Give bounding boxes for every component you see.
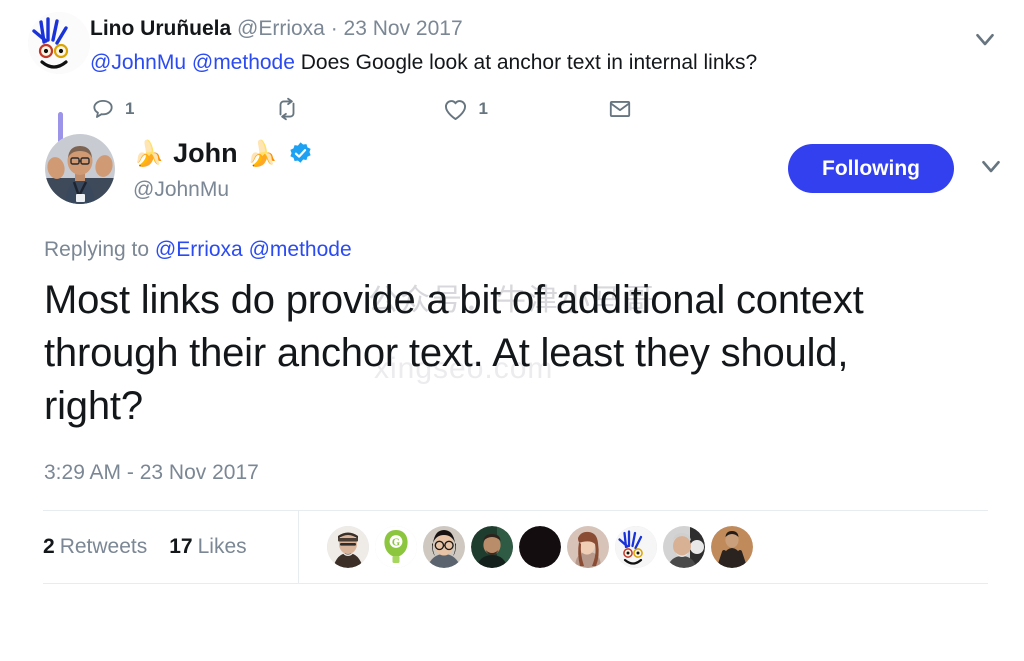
main-handle[interactable]: @JohnMu — [133, 176, 788, 203]
ancestor-header-separator: · — [330, 17, 338, 40]
liker-8-icon — [663, 526, 705, 568]
like-action[interactable]: 1 — [442, 96, 488, 123]
liker-2-icon: G — [375, 526, 417, 568]
liker-5-icon — [519, 526, 561, 568]
retweet-icon — [280, 97, 295, 121]
reply-count: 1 — [125, 99, 135, 118]
banana-emoji-left: 🍌 — [133, 138, 165, 168]
retweets-label: Retweets — [59, 535, 148, 558]
ancestor-text-body: Does Google look at anchor text in inter… — [300, 51, 758, 74]
likes-stat[interactable]: 17 Likes — [169, 535, 246, 559]
ancestor-action-bar: 1 1 — [90, 92, 1006, 126]
reply-icon — [93, 99, 113, 118]
heart-icon — [445, 99, 467, 120]
liker-avatar-6[interactable] — [567, 526, 609, 568]
replying-mention-errioxa[interactable]: @Errioxa — [155, 238, 243, 261]
liker-4-icon — [471, 526, 513, 568]
banana-emoji-right: 🍌 — [246, 138, 278, 168]
liker-avatar-7[interactable] — [615, 526, 657, 568]
ancestor-tweet[interactable]: Lino Uruñuela @Errioxa · 23 Nov 2017 @Jo… — [0, 0, 1024, 170]
replying-to-line: Replying to @Errioxa @methode — [44, 236, 1006, 264]
liker-3-icon — [423, 526, 465, 568]
retweet-action[interactable] — [274, 96, 309, 122]
liker-1-icon — [327, 526, 369, 568]
follow-area: Following — [788, 132, 1006, 193]
ancestor-tweet-text: @JohnMu @methode Does Google look at anc… — [90, 49, 1006, 76]
main-tweet-more-caret[interactable] — [976, 151, 1006, 186]
ancestor-handle[interactable]: @Errioxa — [237, 17, 325, 40]
replying-to-prefix: Replying to — [44, 238, 155, 261]
johnmu-avatar[interactable] — [45, 134, 115, 204]
cartoon-face-avatar-icon — [28, 12, 90, 74]
liker-7-icon — [615, 526, 657, 568]
likes-label: Likes — [197, 535, 247, 558]
tweet-detail-page: 公众号：牛津小马哥 xingseo.com Lino Uruñuela @Err… — [0, 0, 1024, 661]
liker-avatar-1[interactable] — [327, 526, 369, 568]
ancestor-date[interactable]: 23 Nov 2017 — [344, 17, 463, 40]
main-display-name-row: 🍌 John 🍌 — [133, 136, 788, 170]
following-button[interactable]: Following — [788, 144, 954, 193]
ancestor-avatar-column — [18, 12, 90, 170]
like-count: 1 — [478, 99, 488, 118]
retweets-count: 2 — [43, 535, 55, 558]
likes-count: 17 — [169, 535, 193, 558]
main-tweet-text: Most links do provide a bit of additiona… — [44, 278, 864, 428]
replying-mention-methode[interactable]: @methode — [249, 238, 352, 261]
svg-text:G: G — [392, 537, 400, 548]
johnmu-photo-icon — [45, 134, 115, 204]
liker-avatar-2[interactable]: G — [375, 526, 417, 568]
verified-badge-icon — [290, 141, 311, 163]
liker-avatar-4[interactable] — [471, 526, 513, 568]
liker-9-icon — [711, 526, 753, 568]
direct-message-action[interactable] — [607, 96, 633, 122]
ancestor-display-name[interactable]: Lino Uruñuela — [90, 17, 231, 40]
reply-action[interactable]: 1 — [90, 96, 134, 122]
envelope-icon — [609, 101, 631, 117]
main-display-name[interactable]: John — [173, 136, 238, 170]
stats-counts: 2 Retweets 17 Likes — [43, 511, 299, 583]
liker-6-icon — [567, 526, 609, 568]
liker-avatar-5[interactable] — [519, 526, 561, 568]
ancestor-mention-johnmu[interactable]: @JohnMu — [90, 51, 186, 74]
ancestor-mention-methode[interactable]: @methode — [192, 51, 295, 74]
liker-avatar-9[interactable] — [711, 526, 753, 568]
main-tweet-identity: 🍌 John 🍌 @JohnMu — [133, 132, 788, 203]
stats-row: 2 Retweets 17 Likes G — [43, 511, 1006, 583]
tweet-timestamp[interactable]: 3:29 AM - 23 Nov 2017 — [44, 459, 1006, 486]
errioxa-avatar[interactable] — [28, 12, 90, 74]
stats-separator-bottom — [43, 583, 988, 584]
ancestor-tweet-header: Lino Uruñuela @Errioxa · 23 Nov 2017 — [90, 16, 1006, 42]
main-tweet-header: 🍌 John 🍌 @JohnMu Following — [18, 126, 1006, 204]
liker-facepile: G — [299, 526, 759, 568]
chevron-down-icon — [982, 160, 1000, 173]
liker-avatar-8[interactable] — [663, 526, 705, 568]
retweets-stat[interactable]: 2 Retweets — [43, 535, 147, 559]
main-tweet: 🍌 John 🍌 @JohnMu Following Replying to @… — [0, 126, 1024, 584]
ancestor-tweet-body: Lino Uruñuela @Errioxa · 23 Nov 2017 @Jo… — [90, 12, 1006, 126]
liker-avatar-3[interactable] — [423, 526, 465, 568]
